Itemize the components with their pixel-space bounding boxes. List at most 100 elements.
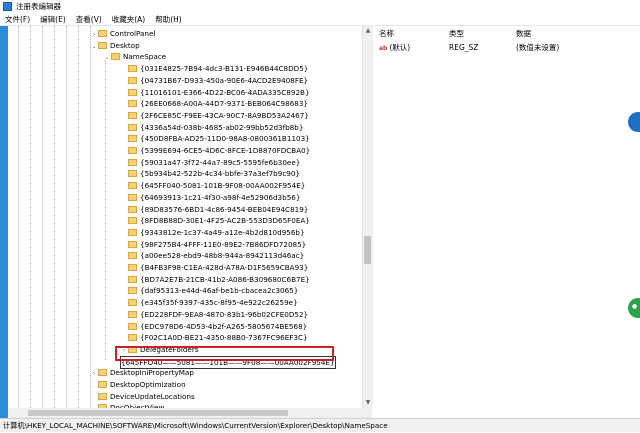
- expand-chevron-icon[interactable]: ⌄: [103, 52, 111, 63]
- tree-guide-line: [18, 26, 19, 408]
- status-bar-path: 计算机\HKEY_LOCAL_MACHINE\SOFTWARE\Microsof…: [0, 418, 640, 432]
- value-row-default-data: (数值未设置): [516, 43, 560, 52]
- tree-item-label: ControlPanel: [110, 29, 156, 38]
- menu-favorites[interactable]: 收藏夹(A): [107, 14, 150, 25]
- tree-item[interactable]: {9343812e-1c37-4a49-a12e-4b2d810d956b}: [120, 227, 305, 238]
- tree-item[interactable]: {450D8FBA-AD25-11D0-98A8-0800361B1103}: [120, 133, 310, 144]
- menu-view[interactable]: 查看(V): [71, 14, 107, 25]
- folder-icon: [128, 240, 137, 248]
- tree-item-label: {a00ee528-ebd9-48b8-944a-8942113d46ac}: [140, 251, 305, 261]
- tree-item-label: {645FF040-5081-101B-9F08-00AA002F954E}: [140, 181, 306, 191]
- tree-item-label: {5399E694-6CE5-4D6C-8FCE-1D8870FDCBA0}: [140, 146, 311, 155]
- expand-chevron-icon[interactable]: ⌄: [90, 41, 98, 52]
- tree-item-label: {64693913-1c21-4f30-a98f-4e52906d3b56}: [140, 192, 301, 202]
- values-panel[interactable]: 名称 类型 数据 ab (默认) REG_SZ (数值未设置): [373, 26, 640, 418]
- tree-item-label: {5b934b42-522b-4c34-bbfe-37a3ef7b9c90}: [140, 169, 300, 179]
- tree-item[interactable]: {ED228FDF-9EA8-4870-83b1-96b02CFE0D52}: [120, 309, 308, 320]
- menu-edit[interactable]: 编辑(E): [35, 14, 71, 25]
- scroll-up-icon[interactable]: ▲: [363, 26, 373, 36]
- menu-bar: 文件(F) 编辑(E) 查看(V) 收藏夹(A) 帮助(H): [0, 13, 640, 26]
- tree-item-label: Desktop: [110, 40, 140, 50]
- folder-icon: [98, 381, 107, 388]
- tree-item-label: {4336a54d-038b-4685-ab02-99bb52d3fb8b}: [140, 122, 304, 132]
- tree-item[interactable]: DeviceUpdateLocations: [90, 391, 195, 402]
- menu-file[interactable]: 文件(F): [0, 14, 35, 25]
- tree-item[interactable]: {5399E694-6CE5-4D6C-8FCE-1D8870FDCBA0}: [120, 145, 310, 156]
- folder-icon: [128, 111, 137, 119]
- folder-icon: [128, 182, 137, 190]
- tree-item[interactable]: {e345f35f-9397-435c-8f95-4e922c26259e}: [120, 297, 298, 308]
- tree-item[interactable]: {BD7A2E7B-21CB-41b2-A086-B309680C6B7E}: [120, 274, 310, 285]
- tree-item-label: DesktopOptimization: [110, 380, 186, 389]
- window-title: 注册表编辑器: [16, 2, 61, 11]
- tree-item[interactable]: {59031a47-3f72-44a7-89c5-5595fe6b30ee}: [120, 157, 300, 168]
- tree-item[interactable]: {5b934b42-522b-4c34-bbfe-37a3ef7b9c90}: [120, 168, 300, 179]
- tree-item[interactable]: {2F6CE85C-F9EE-43CA-90C7-8A9BD53A2467}: [120, 110, 309, 121]
- tree-item[interactable]: DesktopOptimization: [90, 379, 186, 390]
- string-value-icon: ab: [379, 45, 388, 52]
- value-row-default-name[interactable]: ab (默认): [379, 42, 410, 54]
- tree-item[interactable]: {F02C1A0D-BE21-4350-88B0-7367FC96EF3C}: [120, 332, 308, 343]
- folder-icon: [128, 147, 137, 154]
- scroll-down-icon[interactable]: ▼: [363, 398, 373, 408]
- folder-icon: [128, 158, 137, 166]
- folder-icon: [98, 30, 107, 37]
- tree-item-label: {B4FB3F98-C1EA-428d-A78A-D1F5659CBA93}: [140, 263, 309, 272]
- tree-item[interactable]: {8FD8B88D-30E1-4F25-AC2B-553D3D65F0EA}: [120, 215, 310, 226]
- folder-icon: [128, 135, 137, 143]
- tree-item-label: {ED228FDF-9EA8-4870-83b1-96b02CFE0D52}: [140, 309, 309, 319]
- folder-icon: [128, 193, 137, 201]
- tree-item[interactable]: {EDC978D6-4D53-4b2f-A265-5805674BE568}: [120, 321, 307, 332]
- tree-item[interactable]: {a00ee528-ebd9-48b8-944a-8942113d46ac}: [120, 250, 304, 261]
- tree-item[interactable]: {11016101-E366-4D22-BC06-4ADA335C892B}: [120, 87, 310, 98]
- menu-help[interactable]: 帮助(H): [150, 14, 187, 25]
- title-bar: 注册表编辑器: [0, 0, 640, 13]
- hscroll-thumb[interactable]: [28, 410, 288, 416]
- folder-icon: [128, 287, 137, 295]
- column-header-type[interactable]: 类型: [449, 28, 464, 40]
- tree-item-label: {26EE0668-A00A-44D7-9371-BEB064C98683}: [140, 99, 308, 109]
- collapse-chevron-icon[interactable]: ›: [90, 368, 98, 379]
- tree-item[interactable]: ⌄ Desktop: [90, 40, 140, 52]
- folder-icon: [128, 170, 137, 178]
- folder-icon: [128, 334, 137, 342]
- tree-item-label: {9343812e-1c37-4a49-a12e-4b2d810d956b}: [140, 227, 305, 237]
- tree-item-label: DesktopIniPropertyMap: [110, 368, 194, 378]
- tree-item[interactable]: {89D83576-6BD1-4c86-9454-BEB04E94C819}: [120, 204, 308, 215]
- tree-item-label: {450D8FBA-AD25-11D0-98A8-0800361B1103}: [140, 134, 310, 144]
- folder-icon: [128, 299, 137, 307]
- tree-item[interactable]: ⌄ NameSpace: [103, 51, 166, 62]
- tree-horizontal-scrollbar[interactable]: [8, 408, 372, 418]
- column-header-name[interactable]: 名称: [379, 28, 394, 40]
- folder-icon: [128, 65, 137, 73]
- tree-item[interactable]: {64693913-1c21-4f30-a98f-4e52906d3b56}: [120, 192, 300, 203]
- tree-item[interactable]: {26EE0668-A00A-44D7-9371-BEB064C98683}: [120, 98, 308, 109]
- tree-vertical-scrollbar[interactable]: ▲ ▼: [362, 26, 373, 408]
- tree-item-label: DeviceUpdateLocations: [110, 391, 195, 401]
- folder-icon: [98, 392, 107, 400]
- tree-item[interactable]: {B4FB3F98-C1EA-428d-A78A-D1F5659CBA93}: [120, 262, 308, 273]
- collapse-chevron-icon[interactable]: ›: [90, 29, 98, 40]
- regedit-icon: [3, 2, 12, 11]
- tree-guide-line: [66, 26, 67, 408]
- tree-item-label: {e345f35f-9397-435c-8f95-4e922c26259e}: [140, 298, 298, 308]
- tree-item[interactable]: {031E4825-7B94-4dc3-B131-E946B44C8DD5}: [120, 63, 308, 74]
- folder-icon: [128, 228, 137, 236]
- tree-item[interactable]: {645FF040-5081-101B-9F08-00AA002F954E}: [120, 180, 305, 191]
- tree-item[interactable]: {daf95313-e44d-46af-be1b-cbacea2c3065}: [120, 285, 298, 296]
- tree-item[interactable]: {4336a54d-038b-4685-ab02-99bb52d3fb8b}: [120, 122, 303, 133]
- tree-item[interactable]: {04731B67-D933-450a-90E6-4ACD2E9408FE}: [120, 75, 308, 86]
- folder-icon: [128, 264, 137, 271]
- value-row-default-type: REG_SZ: [449, 43, 479, 52]
- tree-item[interactable]: › DesktopIniPropertyMap: [90, 367, 194, 378]
- tree-item[interactable]: {98F275B4-4FFF-11E0-89E2-7B86DFD72085}: [120, 239, 306, 250]
- tree-item[interactable]: › ControlPanel: [90, 28, 156, 40]
- left-edge-strip: [0, 26, 8, 420]
- column-header-data[interactable]: 数据: [516, 28, 531, 40]
- scroll-thumb[interactable]: [364, 236, 371, 264]
- folder-icon: [111, 53, 120, 61]
- tree-item-label: {98F275B4-4FFF-11E0-89E2-7B86DFD72085}: [140, 239, 307, 249]
- folder-icon: [128, 88, 137, 96]
- tree-item-label: {11016101-E366-4D22-BC06-4ADA335C892B}: [140, 87, 310, 97]
- folder-icon: [128, 76, 137, 84]
